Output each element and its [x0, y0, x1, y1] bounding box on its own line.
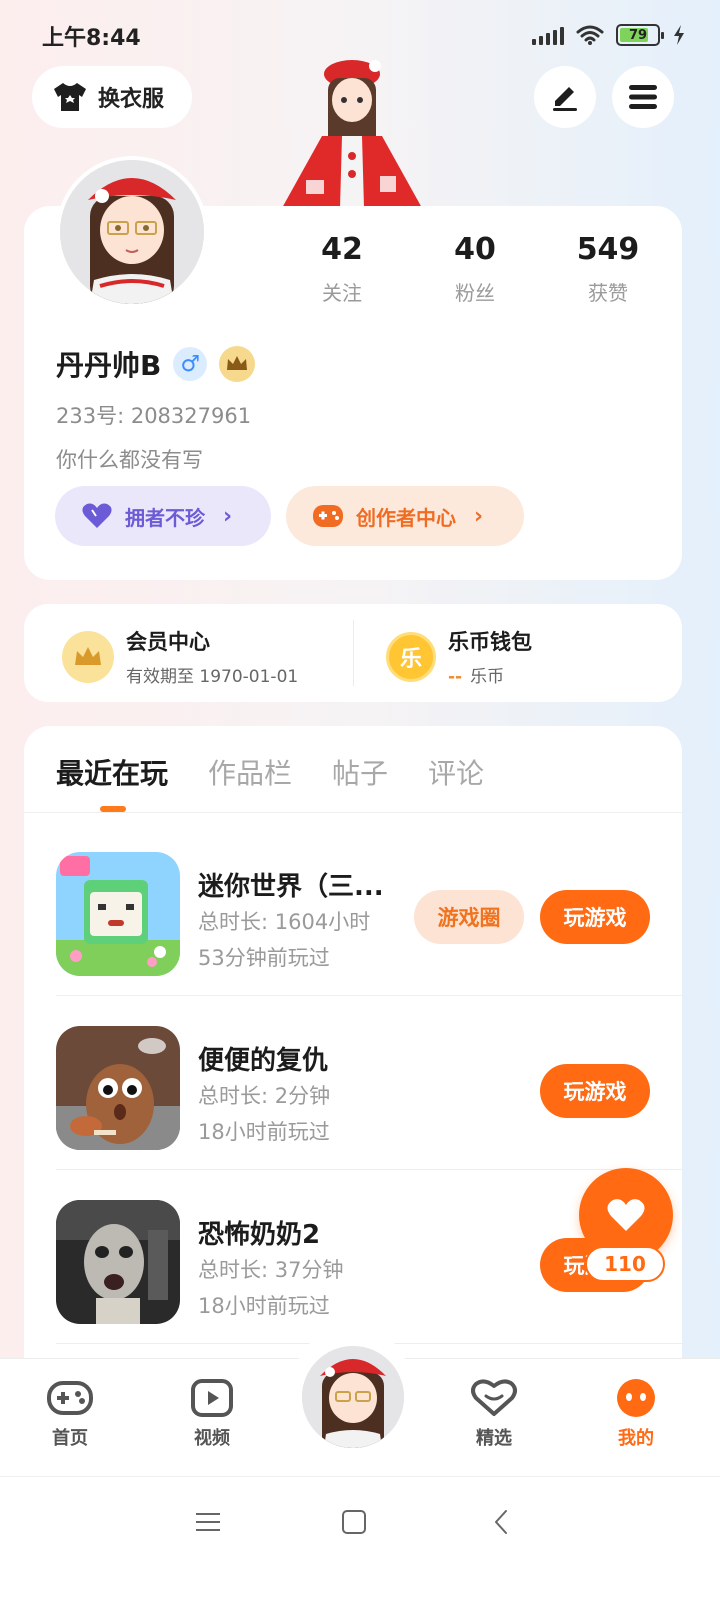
tab-works[interactable]: 作品栏	[208, 752, 292, 792]
nav-label: 视频	[194, 1428, 230, 1449]
shirt-icon	[54, 83, 86, 111]
nav-label: 首页	[52, 1428, 88, 1449]
edit-profile-button[interactable]	[534, 66, 596, 128]
game-last-played: 53分钟前玩过	[198, 946, 330, 970]
heart-badge-icon	[471, 1379, 517, 1416]
heart-icon	[607, 1199, 645, 1231]
stat-followers[interactable]: 40 粉丝	[415, 232, 535, 306]
username-row: 丹丹帅B ♂	[56, 344, 256, 384]
vip-expiry: 有效期至 1970-01-01	[126, 667, 299, 687]
game-title: 恐怖奶奶2	[198, 1220, 321, 1250]
stat-label: 关注	[322, 281, 362, 305]
game-title: 便便的复仇	[198, 1046, 329, 1076]
vip-center-title: 会员中心	[126, 630, 210, 654]
heart-icon	[82, 503, 112, 528]
crown-icon	[62, 630, 114, 683]
wifi-icon	[576, 25, 604, 45]
coin-icon: 乐	[386, 631, 436, 682]
game-title: 迷你世界（三...	[198, 872, 384, 902]
wallet-button[interactable]: 乐 乐币钱包 -- 乐币	[386, 626, 532, 687]
tab-posts[interactable]: 帖子	[332, 752, 388, 792]
signal-icon	[532, 25, 564, 45]
game-last-played: 18小时前玩过	[198, 1294, 330, 1318]
charging-icon	[674, 25, 684, 45]
edit-icon	[553, 87, 577, 111]
vip-center-button[interactable]: 会员中心 有效期至 1970-01-01	[62, 626, 298, 687]
menu-button[interactable]	[612, 66, 674, 128]
tab-comments[interactable]: 评论	[428, 752, 484, 792]
game-thumbnail[interactable]	[56, 1200, 180, 1324]
stat-likes[interactable]: 549 获赞	[548, 232, 668, 306]
gamepad-icon	[47, 1381, 93, 1415]
nav-avatar-button[interactable]	[298, 1342, 408, 1452]
nav-label: 我的	[618, 1428, 654, 1449]
username: 丹丹帅B	[56, 349, 162, 382]
divider	[353, 620, 354, 686]
change-outfit-label: 换衣服	[98, 87, 165, 112]
nav-label: 精选	[476, 1428, 512, 1449]
collection-button[interactable]: 拥者不珍 ›	[55, 486, 271, 546]
change-outfit-button[interactable]: 换衣服	[32, 66, 192, 128]
game-duration: 总时长: 2分钟	[198, 1084, 331, 1108]
stat-following[interactable]: 42 关注	[282, 232, 402, 306]
game-last-played: 18小时前玩过	[198, 1120, 330, 1144]
status-time: 上午8:44	[42, 26, 141, 51]
home-icon[interactable]	[338, 1506, 370, 1538]
user-id: 233号: 208327961	[56, 404, 252, 428]
stat-value: 40	[454, 232, 496, 267]
game-circle-button[interactable]: 游戏圈	[414, 890, 524, 944]
face-icon	[617, 1379, 655, 1417]
wallet-balance: --	[448, 667, 463, 687]
game-thumbnail[interactable]	[56, 852, 180, 976]
male-gender-icon: ♂	[173, 347, 208, 381]
stat-label: 获赞	[588, 281, 628, 305]
recent-apps-icon[interactable]	[192, 1506, 224, 1538]
play-game-button[interactable]: 玩游戏	[540, 1064, 650, 1118]
chevron-right-icon: ›	[223, 503, 233, 529]
video-icon	[191, 1379, 233, 1417]
wallet-title: 乐币钱包	[448, 630, 532, 654]
stat-value: 549	[576, 232, 640, 267]
status-icons: 79	[532, 22, 686, 48]
wallet-unit: 乐币	[470, 667, 505, 687]
game-duration: 总时长: 37分钟	[198, 1258, 344, 1282]
battery-level: 79	[628, 27, 648, 43]
nav-featured[interactable]: 精选	[444, 1378, 544, 1450]
tab-bar: 最近在玩 作品栏 帖子 评论	[56, 752, 484, 792]
avatar-figure	[272, 56, 432, 208]
game-duration: 总时长: 1604小时	[198, 910, 371, 934]
back-icon[interactable]	[486, 1506, 518, 1538]
divider	[24, 812, 682, 813]
creator-center-button[interactable]: 创作者中心 ›	[286, 486, 524, 546]
battery-icon: 79	[616, 24, 664, 46]
gamepad-icon	[313, 505, 343, 527]
nav-video[interactable]: 视频	[162, 1378, 262, 1450]
menu-icon	[629, 85, 657, 109]
creator-center-label: 创作者中心	[356, 505, 456, 530]
nav-home[interactable]: 首页	[20, 1378, 120, 1450]
collection-label: 拥者不珍	[125, 505, 205, 530]
user-bio: 你什么都没有写	[56, 448, 203, 472]
game-thumbnail[interactable]	[56, 1026, 180, 1150]
nav-me[interactable]: 我的	[586, 1378, 686, 1450]
chevron-right-icon: ›	[474, 503, 484, 529]
play-game-button[interactable]: 玩游戏	[540, 890, 650, 944]
list-item[interactable]: 迷你世界（三... 总时长: 1604小时 53分钟前玩过 游戏圈 玩游戏	[24, 822, 682, 996]
stat-label: 粉丝	[455, 281, 495, 305]
avatar[interactable]	[56, 156, 208, 308]
tab-recent[interactable]: 最近在玩	[56, 752, 168, 792]
vip-crown-icon[interactable]	[219, 346, 256, 382]
like-count: 110	[585, 1246, 665, 1282]
list-item[interactable]: 便便的复仇 总时长: 2分钟 18小时前玩过 玩游戏	[24, 996, 682, 1170]
stat-value: 42	[321, 232, 363, 267]
